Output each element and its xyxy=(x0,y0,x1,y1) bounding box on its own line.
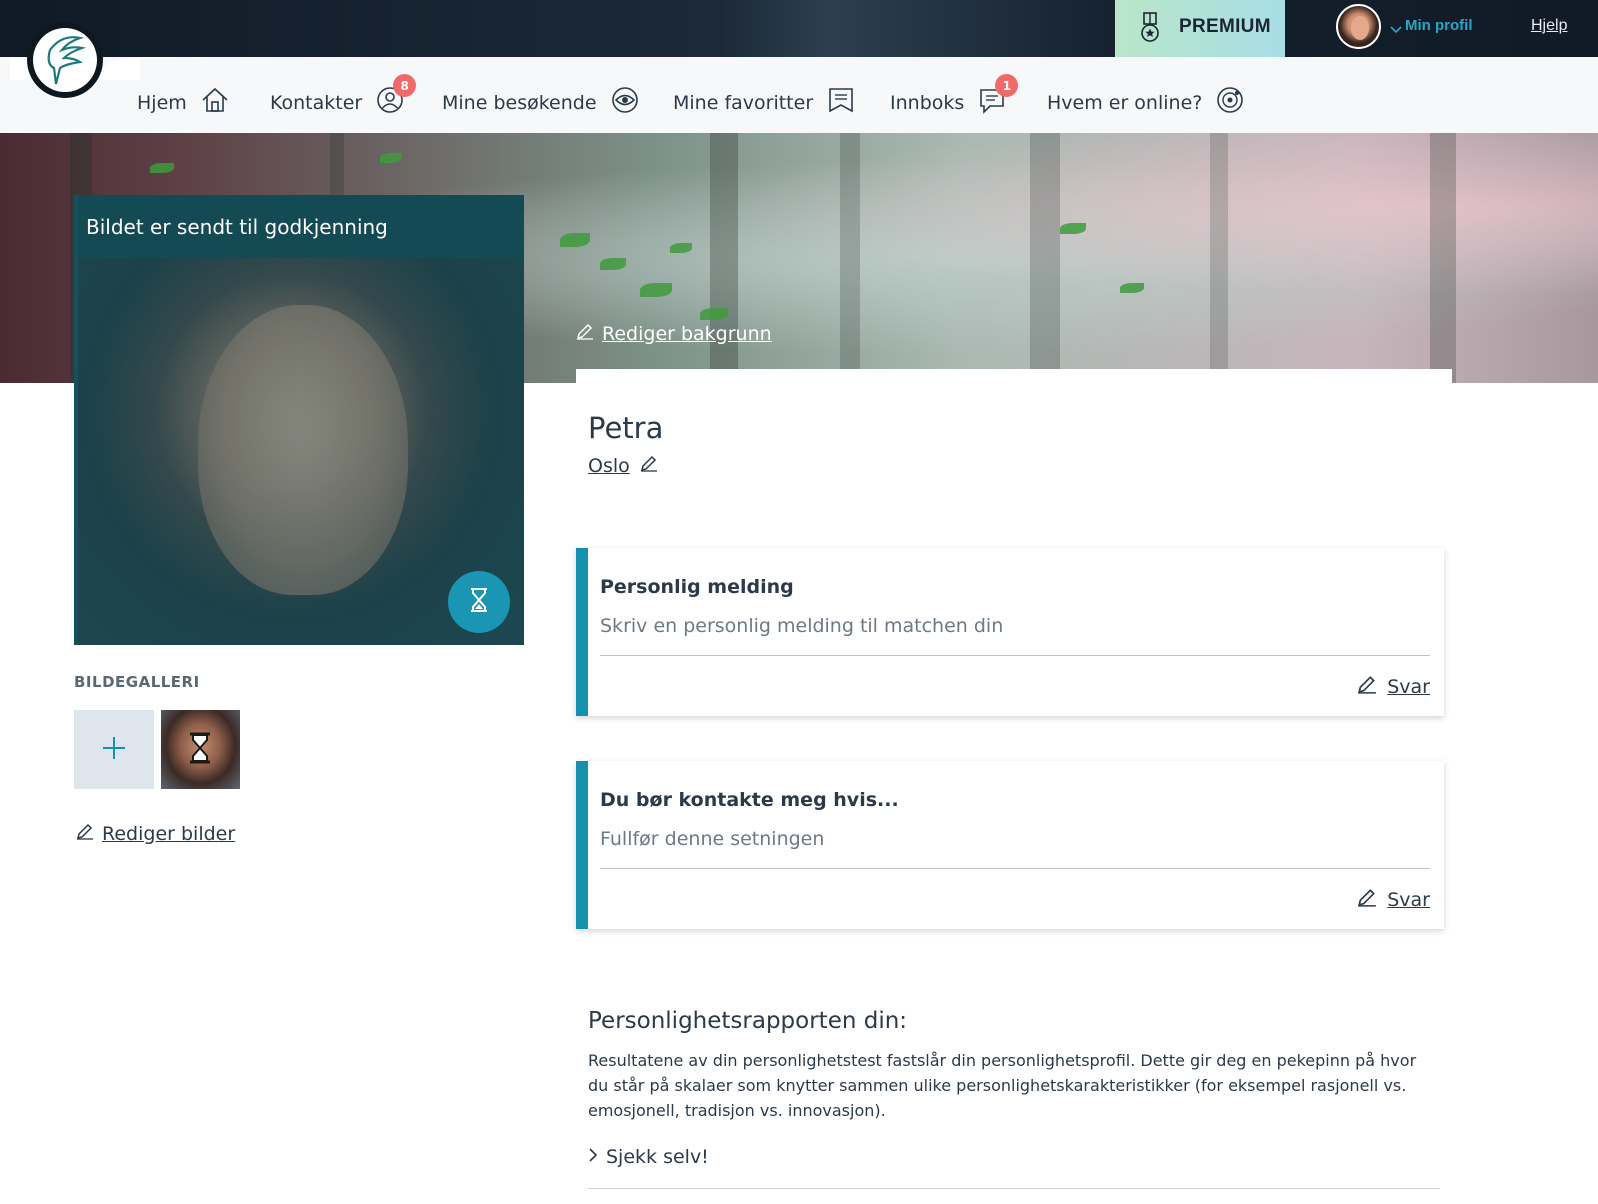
question-card: Personlig melding Skriv en personlig mel… xyxy=(576,548,1444,716)
avatar[interactable] xyxy=(1336,4,1381,49)
divider xyxy=(600,868,1430,869)
logo[interactable] xyxy=(10,20,140,130)
nav-item-visitors[interactable]: Mine besøkende xyxy=(442,86,639,119)
bookmark-icon xyxy=(827,86,855,119)
online-icon xyxy=(1216,86,1244,119)
chevron-down-icon[interactable] xyxy=(1390,19,1402,38)
question-title: Personlig melding xyxy=(600,576,794,598)
reply-label: Svar xyxy=(1387,675,1430,698)
edit-background-label: Rediger bakgrunn xyxy=(602,322,772,345)
profile-city: Oslo xyxy=(588,454,630,477)
report-title: Personlighetsrapporten din: xyxy=(588,1008,908,1034)
nav-item-favorites[interactable]: Mine favoritter xyxy=(673,86,855,119)
photo-status-banner: Bildet er sendt til godkjenning xyxy=(78,195,524,258)
my-profile-link[interactable]: Min profil xyxy=(1405,17,1473,34)
medal-icon xyxy=(1139,12,1161,48)
nav-item-home[interactable]: Hjem xyxy=(137,86,229,119)
profile-city-button[interactable]: Oslo xyxy=(588,454,668,477)
pencil-icon xyxy=(640,454,658,477)
gallery-thumbnail[interactable] xyxy=(161,710,240,789)
edit-photos-button[interactable]: Rediger bilder xyxy=(76,822,235,845)
question-hint: Fullfør denne setningen xyxy=(600,828,825,850)
nav-item-online[interactable]: Hvem er online? xyxy=(1047,86,1244,119)
pending-approval-button[interactable] xyxy=(448,571,510,633)
hourglass-icon xyxy=(469,587,489,617)
edit-photos-label: Rediger bilder xyxy=(102,822,236,845)
plus-icon xyxy=(102,736,126,764)
nav-item-inbox[interactable]: Innboks 1 xyxy=(890,74,1019,119)
profile-photo[interactable]: Bildet er sendt til godkjenning xyxy=(74,195,524,645)
question-title: Du bør kontakte meg hvis... xyxy=(600,789,899,811)
hourglass-icon xyxy=(188,732,212,768)
question-card: Du bør kontakte meg hvis... Fullfør denn… xyxy=(576,761,1444,929)
edit-background-button[interactable]: Rediger bakgrunn xyxy=(576,322,772,345)
pencil-icon xyxy=(76,822,94,845)
report-description: Resultatene av din personlighetstest fas… xyxy=(588,1051,1417,1120)
premium-label: PREMIUM xyxy=(1179,16,1271,37)
divider xyxy=(588,1188,1440,1189)
premium-button[interactable]: PREMIUM xyxy=(1115,0,1285,57)
nav-item-contacts[interactable]: Kontakter 8 xyxy=(270,74,417,119)
pencil-icon xyxy=(576,322,594,345)
pencil-icon xyxy=(1357,887,1377,912)
help-link[interactable]: Hjelp xyxy=(1531,17,1567,35)
check-yourself-toggle[interactable]: Sjekk selv! xyxy=(588,1146,709,1168)
gallery-title: BILDEGALLERI xyxy=(74,673,200,691)
content-panel xyxy=(576,369,1452,389)
check-yourself-label: Sjekk selv! xyxy=(606,1146,709,1168)
profile-name: Petra xyxy=(588,411,664,445)
pencil-icon xyxy=(1357,674,1377,699)
add-photo-button[interactable] xyxy=(74,710,154,789)
chat-icon: 1 xyxy=(978,74,1019,119)
eye-icon xyxy=(611,86,639,119)
home-icon xyxy=(201,86,229,119)
user-icon: 8 xyxy=(376,74,417,119)
reply-button[interactable]: Svar xyxy=(1357,674,1430,699)
photo-status-text: Bildet er sendt til godkjenning xyxy=(86,215,388,239)
reply-label: Svar xyxy=(1387,888,1430,911)
reply-button[interactable]: Svar xyxy=(1357,887,1430,912)
divider xyxy=(600,655,1430,656)
chevron-right-icon xyxy=(588,1146,598,1168)
question-hint: Skriv en personlig melding til matchen d… xyxy=(600,615,1004,637)
